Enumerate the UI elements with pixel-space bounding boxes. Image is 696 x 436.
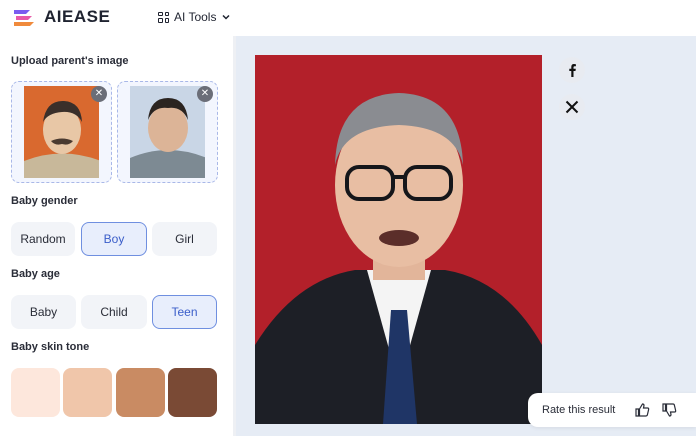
facebook-share-button[interactable]	[559, 57, 585, 83]
parent-2-portrait-image	[130, 86, 205, 178]
ai-tools-label: AI Tools	[174, 10, 217, 24]
age-option-child[interactable]: Child	[81, 295, 147, 329]
baby-age-label: Baby age	[11, 268, 60, 280]
parent-image-2[interactable]: ✕	[117, 81, 218, 183]
remove-parent-2-button[interactable]: ✕	[197, 86, 213, 102]
skin-tone-swatch-3[interactable]	[116, 368, 165, 417]
x-share-button[interactable]	[559, 94, 585, 120]
skin-tone-swatch-2[interactable]	[63, 368, 112, 417]
gender-option-boy[interactable]: Boy	[81, 222, 147, 256]
baby-gender-label: Baby gender	[11, 195, 78, 207]
parent-2-photo	[130, 86, 205, 178]
result-image	[255, 55, 542, 424]
remove-parent-1-button[interactable]: ✕	[91, 86, 107, 102]
gender-option-girl[interactable]: Girl	[152, 222, 217, 256]
age-option-baby[interactable]: Baby	[11, 295, 76, 329]
age-option-teen[interactable]: Teen	[152, 295, 217, 329]
skin-tone-swatch-1[interactable]	[11, 368, 60, 417]
rate-result-bar: Rate this result	[528, 393, 696, 427]
baby-skin-tone-label: Baby skin tone	[11, 341, 90, 353]
facebook-icon	[569, 64, 576, 77]
ai-tools-menu[interactable]: AI Tools	[158, 10, 231, 24]
gender-option-random[interactable]: Random	[11, 222, 75, 256]
grid-icon	[158, 11, 169, 23]
aiease-logo-icon	[14, 10, 34, 26]
top-bar: AIEASE AI Tools	[0, 0, 696, 36]
parent-1-portrait-image	[24, 86, 99, 178]
thumbs-down-icon[interactable]	[661, 402, 677, 418]
skin-tone-swatch-4[interactable]	[168, 368, 217, 417]
x-logo-icon	[565, 100, 579, 114]
chevron-down-icon	[222, 14, 230, 20]
upload-parents-label: Upload parent's image	[11, 55, 129, 67]
rate-result-label: Rate this result	[542, 404, 616, 416]
parent-image-1[interactable]: ✕	[11, 81, 112, 183]
brand-name: AIEASE	[44, 7, 111, 26]
thumbs-up-icon[interactable]	[634, 402, 650, 418]
result-portrait-image	[255, 93, 542, 424]
parent-1-photo	[24, 86, 99, 178]
brand-logo[interactable]: AIEASE	[12, 6, 110, 28]
